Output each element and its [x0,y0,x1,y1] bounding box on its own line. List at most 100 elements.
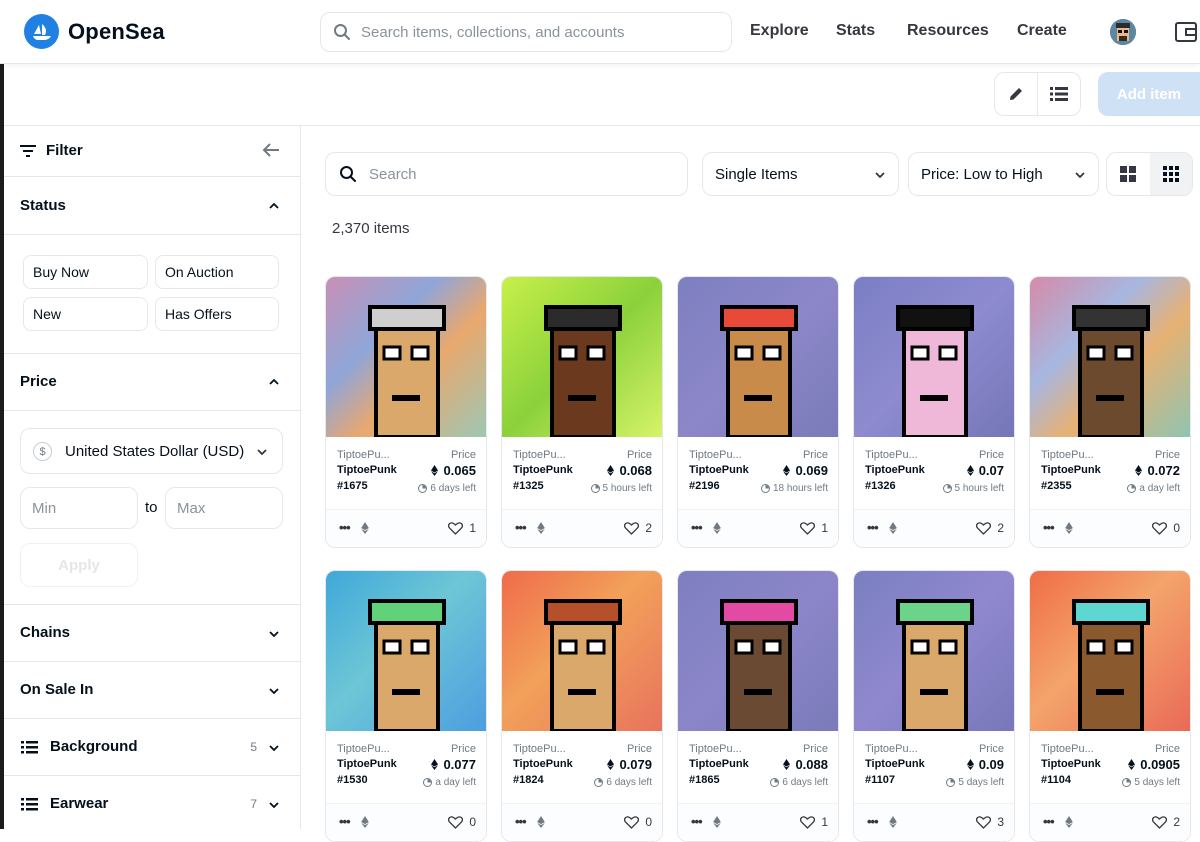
opensea-logo[interactable]: OpenSea [24,14,165,49]
nft-number: #1107 [865,774,895,786]
on-sale-title: On Sale In [20,681,94,698]
list-icon [1050,87,1068,101]
dollar-icon: $ [33,442,52,461]
items-search[interactable] [325,152,688,196]
wallet-icon[interactable] [1174,20,1198,44]
nft-card[interactable]: TiptoePu... Price TiptoePunk #1675 0.065 6 da… [325,276,487,548]
ethereum-icon [713,522,721,534]
status-section-header[interactable]: Status [4,177,300,235]
nft-card[interactable]: TiptoePu... Price TiptoePunk #1865 0.088 6 da… [677,570,839,842]
sort-dropdown[interactable]: Price: Low to High [908,152,1099,196]
nav-resources[interactable]: Resources [907,22,989,40]
list-view-button[interactable] [1038,73,1080,115]
earwear-section-header[interactable]: Earwear 7 [4,776,300,833]
more-options-icon[interactable]: ••• [867,520,879,535]
nft-image[interactable] [502,571,662,731]
favorite-button[interactable]: 1 [800,815,828,829]
large-grid-button[interactable] [1107,153,1150,195]
chevron-down-icon [269,631,279,638]
nft-card[interactable]: TiptoePu... Price TiptoePunk #1530 0.077 a da… [325,570,487,842]
nav-stats[interactable]: Stats [836,22,875,40]
more-options-icon[interactable]: ••• [691,814,703,829]
status-on-auction[interactable]: On Auction [155,255,279,289]
status-buy-now[interactable]: Buy Now [23,255,148,289]
price-label: Price [978,743,1004,755]
nav-explore[interactable]: Explore [750,22,809,40]
status-options: Buy Now On Auction New Has Offers [4,235,300,354]
nft-name: TiptoePunk [865,464,925,476]
nft-image[interactable] [678,571,838,731]
ethereum-icon [361,816,369,828]
nav-create[interactable]: Create [1017,22,1067,40]
global-search[interactable] [320,12,732,52]
nft-image[interactable] [326,277,486,437]
auction-time: 5 days left [1122,777,1180,788]
favorite-button[interactable]: 1 [448,521,476,535]
nft-image[interactable] [678,277,838,437]
nft-image[interactable] [1030,277,1190,437]
more-options-icon[interactable]: ••• [515,814,527,829]
like-count: 1 [469,521,476,535]
more-options-icon[interactable]: ••• [339,520,351,535]
favorite-button[interactable]: 0 [448,815,476,829]
chains-section-header[interactable]: Chains [4,605,300,662]
profile-avatar[interactable] [1110,19,1136,45]
search-icon [334,24,350,40]
nft-price: 0.09 [966,757,1004,772]
background-count: 5 [250,740,257,754]
nft-image[interactable] [1030,571,1190,731]
search-icon [340,166,356,182]
more-options-icon[interactable]: ••• [1043,520,1055,535]
nft-image[interactable] [502,277,662,437]
items-search-input[interactable] [369,165,669,183]
small-grid-button[interactable] [1149,153,1192,195]
more-options-icon[interactable]: ••• [515,520,527,535]
nft-card[interactable]: TiptoePu... Price TiptoePunk #1104 0.0905 5 d… [1029,570,1191,842]
price-min-input[interactable]: Min [20,487,138,529]
clock-icon [760,484,770,493]
nft-price: 0.0905 [1128,757,1180,772]
nft-image[interactable] [854,571,1014,731]
more-options-icon[interactable]: ••• [339,814,351,829]
favorite-button[interactable]: 3 [976,815,1004,829]
item-type-dropdown[interactable]: Single Items [702,152,899,196]
favorite-button[interactable]: 2 [976,521,1004,535]
status-has-offers[interactable]: Has Offers [155,297,279,331]
favorite-button[interactable]: 0 [624,815,652,829]
chevron-down-icon [875,172,885,179]
background-section-header[interactable]: Background 5 [4,719,300,776]
price-max-input[interactable]: Max [165,487,283,529]
filter-label: Filter [46,142,83,159]
edit-button[interactable] [995,73,1038,115]
currency-select[interactable]: $ United States Dollar (USD) [20,428,283,474]
more-options-icon[interactable]: ••• [867,814,879,829]
on-sale-section-header[interactable]: On Sale In [4,662,300,719]
nft-card-footer: ••• 2 [502,509,662,547]
apply-price-button[interactable]: Apply [20,543,138,587]
nft-card[interactable]: TiptoePu... Price TiptoePunk #1107 0.09 5 day… [853,570,1015,842]
global-search-input[interactable] [361,23,701,41]
more-options-icon[interactable]: ••• [1043,814,1055,829]
nft-price: 0.065 [431,463,476,478]
nft-image[interactable] [854,277,1014,437]
collapse-arrow-icon[interactable] [262,142,280,158]
nft-card[interactable]: TiptoePu... Price TiptoePunk #2355 0.072 a da… [1029,276,1191,548]
favorite-button[interactable]: 1 [800,521,828,535]
nft-image[interactable] [326,571,486,731]
favorite-button[interactable]: 2 [624,521,652,535]
status-new[interactable]: New [23,297,148,331]
more-options-icon[interactable]: ••• [691,520,703,535]
nft-card[interactable]: TiptoePu... Price TiptoePunk #2196 0.069 18 h… [677,276,839,548]
favorite-button[interactable]: 0 [1152,521,1180,535]
ethereum-icon [966,465,974,476]
add-item-button[interactable]: Add item [1098,72,1200,116]
nft-card[interactable]: TiptoePu... Price TiptoePunk #1824 0.079 6 da… [501,570,663,842]
nft-name: TiptoePunk [1041,464,1101,476]
nft-card[interactable]: TiptoePu... Price TiptoePunk #1325 0.068 5 ho… [501,276,663,548]
nft-card[interactable]: TiptoePu... Price TiptoePunk #1326 0.07 5 hou… [853,276,1015,548]
ethereum-icon [607,759,615,770]
nft-info: TiptoePu... Price TiptoePunk #1530 0.077 a da… [326,731,486,803]
auction-time: 5 days left [946,777,1004,788]
price-section-header[interactable]: Price [4,354,300,411]
favorite-button[interactable]: 2 [1152,815,1180,829]
